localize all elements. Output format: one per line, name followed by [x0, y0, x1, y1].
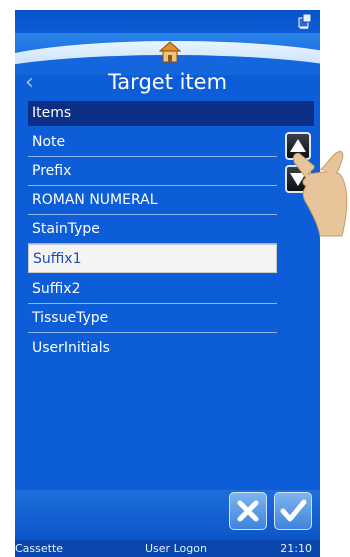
status-mode: Cassette [15, 542, 64, 555]
list-item-suffix2[interactable]: Suffix2 [28, 275, 277, 304]
list-item-note[interactable]: Note [28, 128, 277, 157]
top-status-bar [15, 10, 320, 33]
list-item-roman-numeral[interactable]: ROMAN NUMERAL [28, 186, 277, 215]
list-item-suffix1[interactable]: Suffix1 [28, 244, 277, 273]
status-user[interactable]: User Logon [145, 540, 207, 557]
list-item-staintype[interactable]: StainType [28, 215, 277, 244]
list-item-userinitials[interactable]: UserInitials [28, 334, 277, 363]
cancel-x-icon [237, 500, 259, 522]
cancel-button[interactable] [229, 492, 267, 530]
network-status-icon [298, 13, 312, 29]
confirm-button[interactable] [274, 492, 312, 530]
list-item-prefix[interactable]: Prefix [28, 157, 277, 186]
list-header: Items [28, 101, 314, 126]
device-screen: ‹ Target item Items Note Prefix ROMAN NU… [15, 10, 320, 557]
page-title: Target item [107, 70, 228, 94]
pointing-hand-icon [293, 151, 348, 237]
status-time: 21:10 [280, 542, 312, 555]
confirm-check-icon [280, 499, 307, 522]
list-item-tissuetype[interactable]: TissueType [28, 304, 277, 333]
home-icon[interactable] [159, 41, 181, 63]
bottom-status-bar: Cassette User Logon 21:10 [15, 540, 320, 557]
